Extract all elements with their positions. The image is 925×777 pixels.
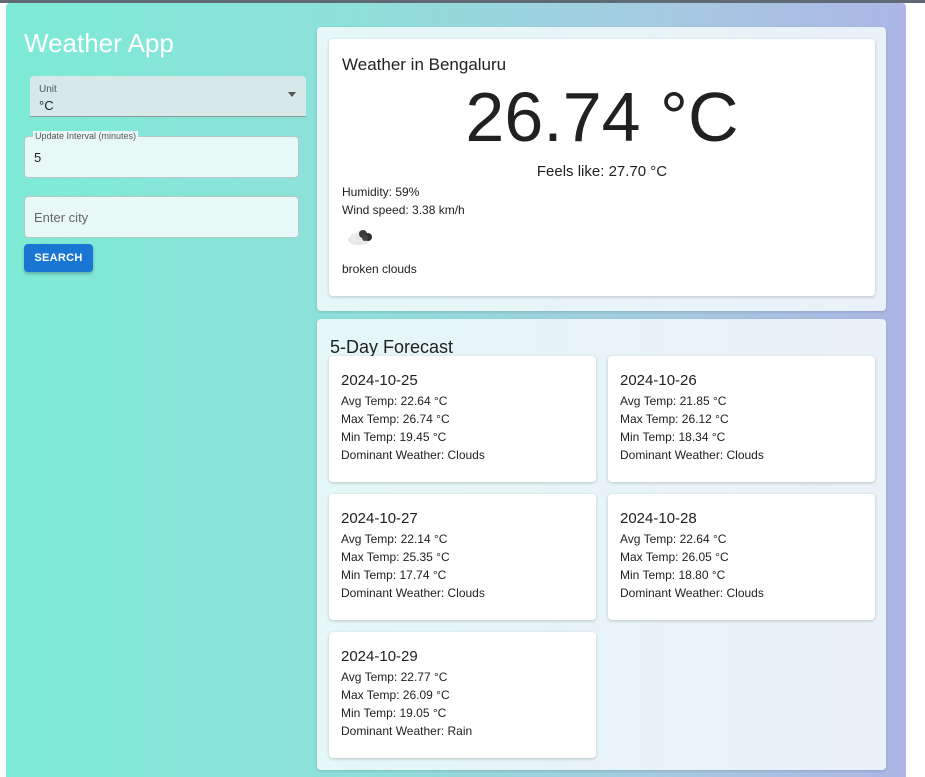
forecast-min-temp: Min Temp: 18.80 °C — [620, 568, 726, 582]
forecast-max-temp: Max Temp: 26.12 °C — [620, 412, 729, 426]
chevron-down-icon — [288, 92, 296, 97]
weather-description: broken clouds — [342, 262, 417, 276]
forecast-avg-temp: Avg Temp: 22.14 °C — [341, 532, 448, 546]
feels-like: Feels like: 27.70 °C — [536, 163, 668, 180]
city-field — [24, 196, 299, 238]
forecast-avg-temp: Avg Temp: 21.85 °C — [620, 394, 727, 408]
update-interval-label: Update Interval (minutes) — [33, 131, 139, 141]
update-interval-field: Update Interval (minutes) — [24, 131, 299, 178]
forecast-day-card: 2024-10-27 Avg Temp: 22.14 °C Max Temp: … — [329, 494, 596, 620]
forecast-min-temp: Min Temp: 19.45 °C — [341, 430, 447, 444]
forecast-min-temp: Min Temp: 18.34 °C — [620, 430, 726, 444]
unit-select-label: Unit — [39, 84, 57, 95]
current-weather-panel: Weather in Bengaluru 26.74 °C Feels like… — [317, 27, 886, 311]
forecast-max-temp: Max Temp: 26.74 °C — [341, 412, 450, 426]
unit-select-value: °C — [39, 98, 54, 113]
forecast-date: 2024-10-28 — [620, 510, 697, 527]
forecast-avg-temp: Avg Temp: 22.64 °C — [341, 394, 448, 408]
forecast-max-temp: Max Temp: 25.35 °C — [341, 550, 450, 564]
forecast-day-card: 2024-10-29 Avg Temp: 22.77 °C Max Temp: … — [329, 632, 596, 758]
forecast-max-temp: Max Temp: 26.05 °C — [620, 550, 729, 564]
current-weather-title: Weather in Bengaluru — [342, 55, 507, 74]
update-interval-input[interactable] — [34, 147, 284, 167]
broken-clouds-icon — [348, 230, 372, 245]
humidity: Humidity: 59% — [342, 185, 420, 199]
forecast-dominant-weather: Dominant Weather: Rain — [341, 724, 473, 738]
unit-select[interactable]: Unit °C — [30, 76, 306, 117]
forecast-dominant-weather: Dominant Weather: Clouds — [341, 448, 485, 462]
forecast-min-temp: Min Temp: 17.74 °C — [341, 568, 447, 582]
current-temperature: 26.74 °C — [465, 78, 739, 156]
forecast-date: 2024-10-27 — [341, 510, 418, 527]
wind-speed: Wind speed: 3.38 km/h — [342, 203, 465, 217]
forecast-avg-temp: Avg Temp: 22.64 °C — [620, 532, 727, 546]
forecast-date: 2024-10-26 — [620, 372, 697, 389]
forecast-day-card: 2024-10-28 Avg Temp: 22.64 °C Max Temp: … — [608, 494, 875, 620]
forecast-max-temp: Max Temp: 26.09 °C — [341, 688, 450, 702]
forecast-date: 2024-10-29 — [341, 648, 418, 665]
city-input[interactable] — [34, 207, 284, 227]
forecast-min-temp: Min Temp: 19.05 °C — [341, 706, 447, 720]
forecast-dominant-weather: Dominant Weather: Clouds — [341, 586, 485, 600]
forecast-dominant-weather: Dominant Weather: Clouds — [620, 448, 764, 462]
forecast-date: 2024-10-25 — [341, 372, 418, 389]
app-title: Weather App — [24, 28, 174, 58]
forecast-dominant-weather: Dominant Weather: Clouds — [620, 586, 764, 600]
forecast-day-card: 2024-10-25 Avg Temp: 22.64 °C Max Temp: … — [329, 356, 596, 482]
forecast-avg-temp: Avg Temp: 22.77 °C — [341, 670, 448, 684]
current-weather-card: Weather in Bengaluru 26.74 °C Feels like… — [329, 39, 875, 296]
forecast-title: 5-Day Forecast — [330, 337, 454, 357]
app-container: Weather App Unit °C Update Interval (min… — [6, 3, 906, 777]
forecast-day-card: 2024-10-26 Avg Temp: 21.85 °C Max Temp: … — [608, 356, 875, 482]
forecast-panel: 5-Day Forecast 2024-10-25 Avg Temp: 22.6… — [317, 319, 886, 770]
search-button[interactable]: SEARCH — [24, 244, 93, 272]
